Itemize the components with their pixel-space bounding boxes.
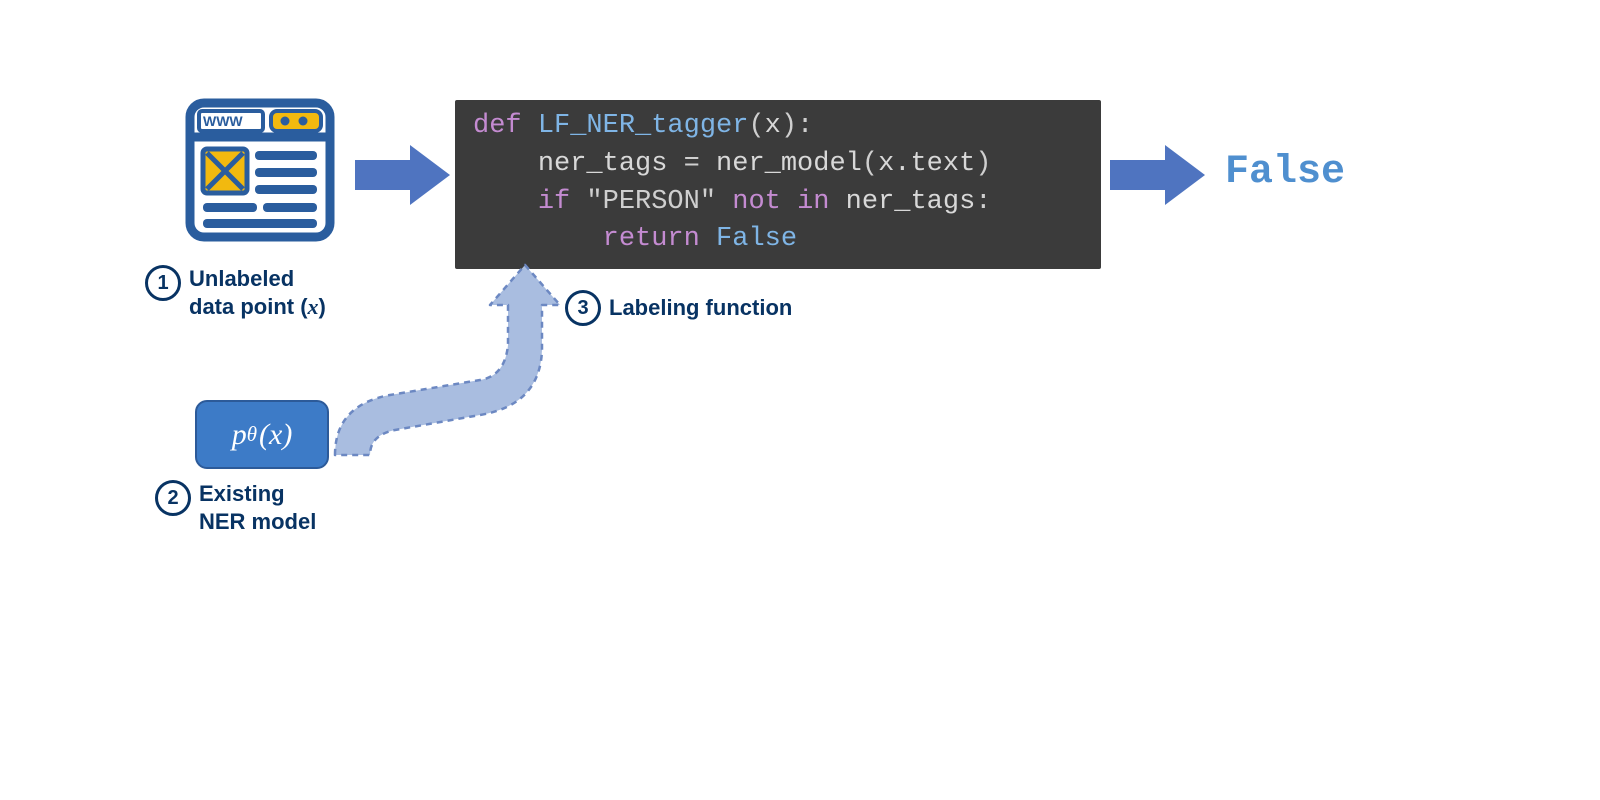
step-2-label: 2 Existing NER model [155, 480, 316, 535]
curved-arrow-icon [320, 260, 580, 460]
url-text: WWW [203, 113, 243, 129]
step-2-badge: 2 [155, 480, 191, 516]
fn-name: LF_NER_tagger [538, 111, 749, 141]
step-1-label: 1 Unlabeled data point (x) [145, 265, 326, 320]
step-1-badge: 1 [145, 265, 181, 301]
arrow-right-icon [1110, 140, 1210, 210]
model-chip: pθ(x) [195, 400, 329, 469]
arrow-right-icon [355, 140, 455, 210]
step-3-label: 3 Labeling function [565, 290, 792, 326]
code-block: def LF_NER_tagger(x): ner_tags = ner_mod… [455, 100, 1101, 269]
kw-def: def [473, 111, 522, 141]
webpage-icon: WWW [185, 95, 335, 245]
output-false: False [1225, 150, 1345, 195]
